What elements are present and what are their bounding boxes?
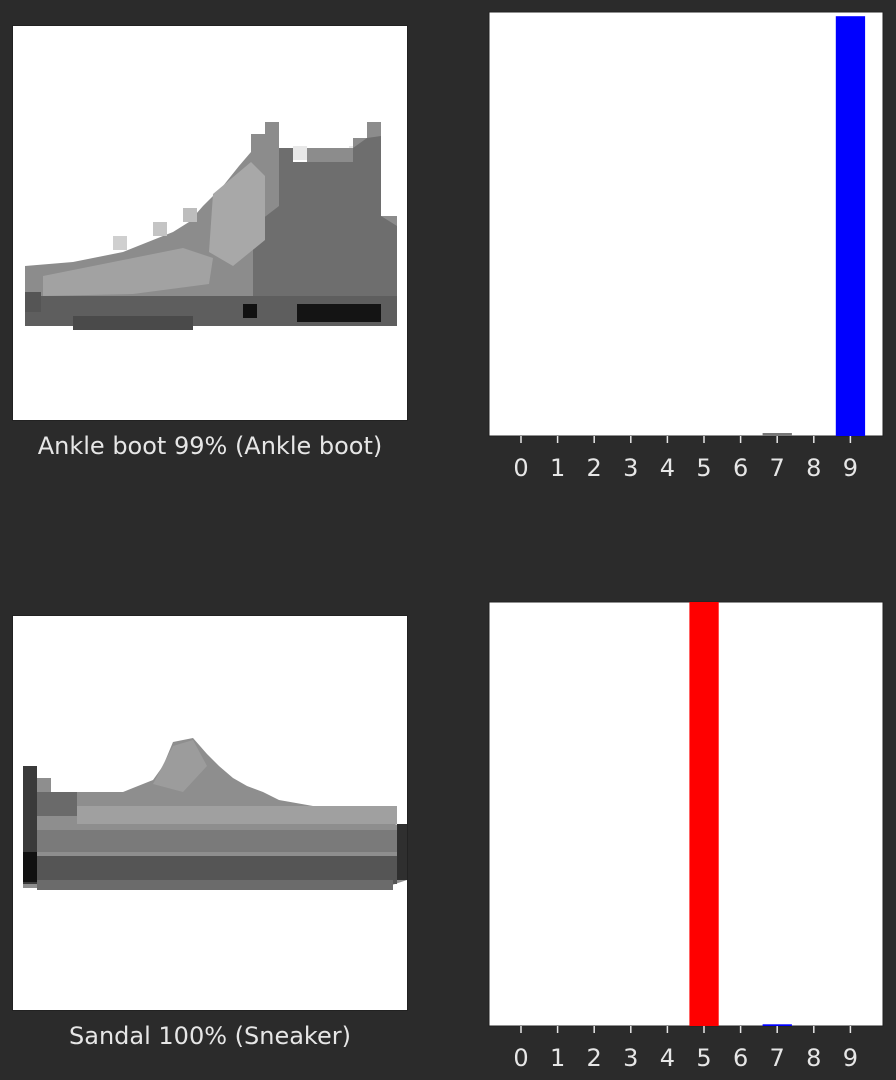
x-tick-label: 9 (843, 1044, 858, 1072)
x-tick-label: 6 (733, 1044, 748, 1072)
x-tick-label: 4 (660, 454, 675, 482)
bar-9 (835, 16, 866, 436)
x-tick-label: 0 (513, 454, 528, 482)
x-tick-label: 4 (660, 1044, 675, 1072)
x-tick-label: 5 (696, 1044, 711, 1072)
plot-area (488, 601, 884, 1027)
prediction-figure: Ankle boot 99% (Ankle boot) 0123456789 S… (0, 0, 896, 1080)
x-tick-label: 9 (843, 454, 858, 482)
chart-svg: 0123456789 (488, 11, 884, 482)
probability-bar-chart: 0123456789 (488, 601, 884, 1072)
chart-svg: 0123456789 (488, 601, 884, 1072)
plot-area (488, 11, 884, 437)
x-tick-label: 5 (696, 454, 711, 482)
ankle-boot-image (12, 25, 408, 421)
x-tick-label: 3 (623, 454, 638, 482)
x-tick-label: 7 (770, 454, 785, 482)
x-tick-label: 8 (806, 454, 821, 482)
x-tick-label: 2 (587, 454, 602, 482)
sneaker-pixel-art (23, 738, 407, 890)
x-tick-label: 3 (623, 1044, 638, 1072)
panel-caption: Ankle boot 99% (Ankle boot) (37, 432, 383, 460)
panel-caption: Sandal 100% (Sneaker) (69, 1022, 351, 1050)
x-tick-label: 8 (806, 1044, 821, 1072)
probability-bar-chart: 0123456789 (488, 11, 884, 482)
x-tick-label: 0 (513, 1044, 528, 1072)
bar-7 (762, 433, 792, 436)
bar-7 (762, 1024, 792, 1026)
x-tick-label: 1 (550, 454, 565, 482)
x-tick-label: 1 (550, 1044, 565, 1072)
x-tick-label: 6 (733, 454, 748, 482)
x-tick-label: 7 (770, 1044, 785, 1072)
x-tick-label: 2 (587, 1044, 602, 1072)
ankle-boot-pixel-art (25, 122, 397, 330)
bar-5 (689, 602, 719, 1026)
sneaker-image (12, 615, 408, 1011)
